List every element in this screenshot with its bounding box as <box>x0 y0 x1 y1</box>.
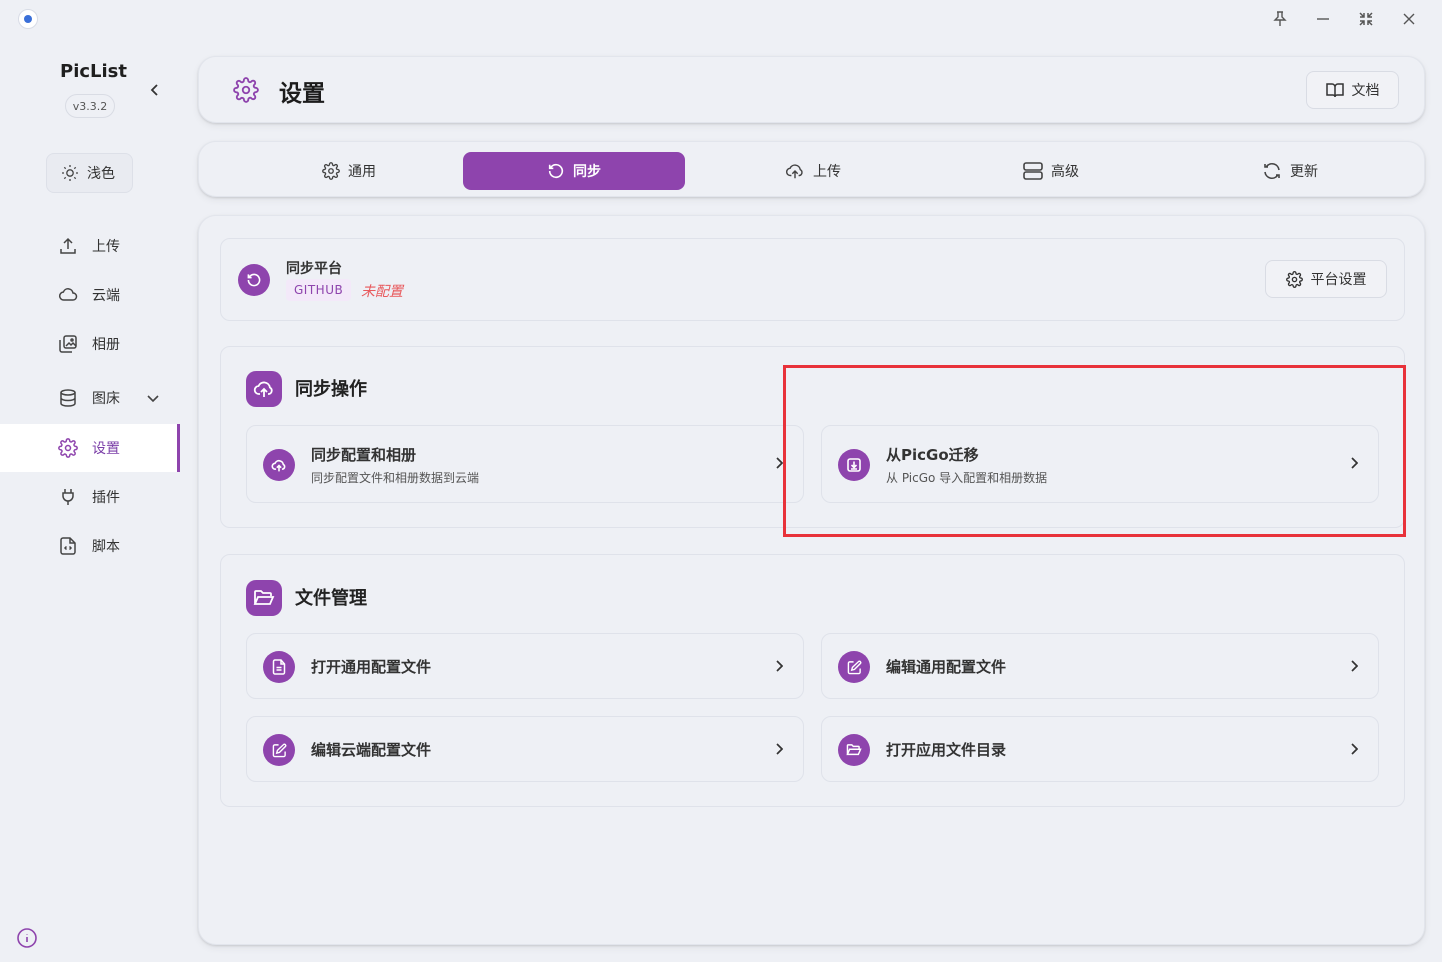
action-title: 打开应用文件目录 <box>886 741 1007 759</box>
chevron-right-icon <box>1350 743 1358 755</box>
edit-icon <box>263 734 295 766</box>
action-title: 同步配置和相册 <box>311 446 417 464</box>
page-header: 设置 文档 <box>198 56 1425 123</box>
folder-open-icon <box>838 734 870 766</box>
settings-tabs: 通用 同步 上传 高级 更新 <box>198 141 1425 197</box>
platform-title: 同步平台 <box>286 261 342 277</box>
section-title: 同步操作 <box>295 379 367 400</box>
tab-update[interactable]: 更新 <box>1179 152 1401 190</box>
upload-icon <box>58 236 78 256</box>
app-logo-icon <box>18 9 38 29</box>
chevron-right-icon <box>775 743 783 755</box>
platform-settings-label: 平台设置 <box>1310 272 1367 288</box>
theme-toggle-button[interactable]: 浅色 <box>46 153 133 193</box>
file-management-section: 文件管理 打开通用配置文件 编辑通用配置文件 编辑云端配置文件 打开应用文件目录 <box>220 554 1405 807</box>
sidebar-item-label: 设置 <box>92 441 120 457</box>
chevron-right-icon <box>1350 660 1358 672</box>
chevron-right-icon <box>775 457 783 469</box>
edit-icon <box>838 651 870 683</box>
sidebar-item-upload[interactable]: 上传 <box>0 222 180 270</box>
sidebar-item-label: 云端 <box>92 288 120 304</box>
gear-icon <box>1285 270 1303 288</box>
server-icon <box>1023 162 1043 180</box>
tab-label: 同步 <box>573 164 601 180</box>
gallery-icon <box>58 334 78 354</box>
edit-cloud-config-button[interactable]: 编辑云端配置文件 <box>246 716 804 782</box>
platform-settings-button[interactable]: 平台设置 <box>1265 260 1387 298</box>
tab-general[interactable]: 通用 <box>238 152 460 190</box>
chevron-down-icon <box>146 393 160 403</box>
sidebar-item-plugins[interactable]: 插件 <box>0 473 180 521</box>
sidebar-item-label: 图床 <box>92 391 120 407</box>
cloud-upload-icon <box>785 162 805 180</box>
open-general-config-button[interactable]: 打开通用配置文件 <box>246 633 804 699</box>
cloud-icon <box>58 285 78 305</box>
gear-icon <box>233 77 259 103</box>
sidebar-collapse-button[interactable] <box>145 80 165 100</box>
gear-icon <box>58 438 78 458</box>
tab-label: 更新 <box>1290 164 1318 180</box>
platform-tag: GITHUB <box>286 279 352 301</box>
tab-label: 高级 <box>1051 164 1079 180</box>
edit-general-config-button[interactable]: 编辑通用配置文件 <box>821 633 1379 699</box>
script-icon <box>58 536 78 556</box>
gear-icon <box>322 162 340 180</box>
theme-label: 浅色 <box>87 166 115 182</box>
sidebar-item-label: 相册 <box>92 337 120 353</box>
sync-icon <box>547 162 565 180</box>
highlight-box <box>783 365 1406 537</box>
sync-settings-panel: 同步平台 GITHUB 未配置 平台设置 同步操作 同步配置和相册 同步配置文件… <box>198 215 1425 945</box>
sidebar-item-settings[interactable]: 设置 <box>0 424 180 472</box>
sync-platform-card: 同步平台 GITHUB 未配置 平台设置 <box>220 238 1405 321</box>
chevron-right-icon <box>775 660 783 672</box>
docs-button[interactable]: 文档 <box>1306 71 1399 109</box>
sync-config-and-gallery-button[interactable]: 同步配置和相册 同步配置文件和相册数据到云端 <box>246 425 804 503</box>
tab-sync[interactable]: 同步 <box>463 152 685 190</box>
minimize-icon[interactable] <box>1310 6 1336 32</box>
folder-open-icon <box>246 580 282 616</box>
action-title: 编辑云端配置文件 <box>311 741 432 759</box>
app-name: PicList <box>60 61 127 82</box>
action-subtitle: 同步配置文件和相册数据到云端 <box>311 471 480 485</box>
sync-icon <box>238 264 270 296</box>
sun-icon <box>61 164 79 182</box>
file-text-icon <box>263 651 295 683</box>
cloud-upload-icon <box>246 371 282 407</box>
page-title: 设置 <box>279 81 325 107</box>
sidebar-item-label: 脚本 <box>92 539 120 555</box>
close-icon[interactable] <box>1396 6 1422 32</box>
sidebar-item-label: 插件 <box>92 490 120 506</box>
collapse-icon[interactable] <box>1353 6 1379 32</box>
version-badge: v3.3.2 <box>65 94 115 118</box>
tab-label: 上传 <box>813 164 841 180</box>
sidebar-item-scripts[interactable]: 脚本 <box>0 522 180 570</box>
refresh-icon <box>1262 161 1282 181</box>
plug-icon <box>58 487 78 507</box>
section-title: 文件管理 <box>295 588 367 609</box>
pin-icon[interactable] <box>1267 6 1293 32</box>
open-app-directory-button[interactable]: 打开应用文件目录 <box>821 716 1379 782</box>
status-badge: 未配置 <box>361 284 403 300</box>
database-icon <box>58 388 78 408</box>
tab-advanced[interactable]: 高级 <box>940 152 1162 190</box>
sidebar-item-gallery[interactable]: 相册 <box>0 320 180 368</box>
tab-label: 通用 <box>348 164 376 180</box>
tab-upload[interactable]: 上传 <box>702 152 924 190</box>
cloud-upload-icon <box>263 449 295 481</box>
sidebar: PicList v3.3.2 浅色 上传 云端 相册 图床 设置 插件 脚本 <box>0 38 180 962</box>
docs-label: 文档 <box>1351 83 1380 99</box>
book-icon <box>1325 82 1344 98</box>
action-title: 编辑通用配置文件 <box>886 658 1007 676</box>
sidebar-item-label: 上传 <box>92 239 120 255</box>
sidebar-item-cloud[interactable]: 云端 <box>0 271 180 319</box>
action-title: 打开通用配置文件 <box>311 658 432 676</box>
info-icon[interactable] <box>16 927 38 949</box>
title-bar <box>0 0 1442 38</box>
sidebar-item-picbed[interactable]: 图床 <box>0 374 180 422</box>
